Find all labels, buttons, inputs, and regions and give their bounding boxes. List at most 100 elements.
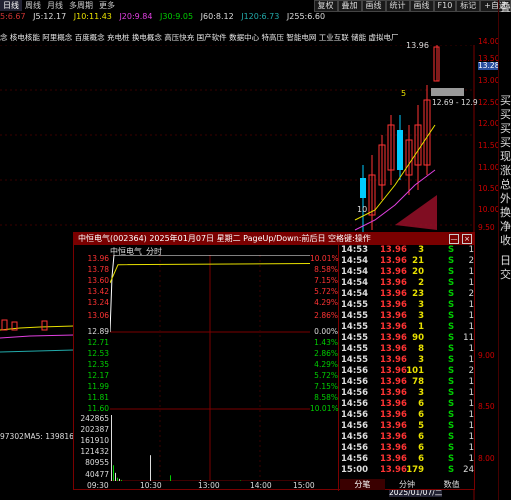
- close-icon[interactable]: ×: [462, 234, 472, 244]
- tab-ticks[interactable]: 分笔: [340, 479, 385, 490]
- trade-count: 1: [468, 322, 474, 332]
- trade-row: 15:00 13.96 179 S 24: [340, 465, 474, 476]
- tab-monthly[interactable]: 月线: [44, 0, 66, 11]
- intraday-popup[interactable]: 中恒电气(002364) 2025年01月07日 星期二 PageUp/Down…: [73, 232, 475, 491]
- y-tick: 9.50: [478, 223, 495, 232]
- trade-row: 14:56 13.96 5 S 1: [340, 421, 474, 432]
- toolbar: 复权 叠加 画线 统计 画线 F10 标记 +自选: [313, 0, 511, 12]
- y-tick: 12.00: [478, 119, 500, 128]
- volume-tick: 121432: [80, 447, 109, 456]
- intraday-chart-pane[interactable]: 中恒电气 分时 13.96 13.78 13.60 13.42 13.24 13…: [74, 245, 339, 491]
- trade-time: 14:56: [341, 366, 369, 376]
- tab-weekly[interactable]: 周线: [22, 0, 44, 11]
- trade-time: 14:56: [341, 410, 369, 420]
- pct-tick: 8.58%: [314, 265, 338, 274]
- time-tick: 10:30: [140, 481, 162, 490]
- right-label: 涨: [500, 164, 511, 177]
- trade-volume: 6: [418, 454, 424, 464]
- ma-j120: J120:6.73: [241, 12, 280, 21]
- pct-tick: 4.29%: [314, 298, 338, 307]
- trade-count: 1: [468, 388, 474, 398]
- trade-time: 14:54: [341, 278, 369, 288]
- pct-tick: 2.86%: [314, 349, 338, 358]
- minimize-icon[interactable]: —: [449, 234, 459, 244]
- right-label: 交: [500, 268, 511, 281]
- tab-values[interactable]: 数值: [429, 479, 474, 490]
- volume-bar: [150, 455, 151, 481]
- right-label: 收: [500, 234, 511, 247]
- trade-time: 14:56: [341, 399, 369, 409]
- trade-time: 14:55: [341, 344, 369, 354]
- volume-bars: [111, 415, 241, 481]
- trade-ticks-list[interactable]: 14:53 13.96 3 S 1 14:54 13.96 21 S 2 14:54 13.96 20 S…: [340, 245, 474, 479]
- price-tag: 13.28: [478, 61, 500, 70]
- trade-count: 2: [468, 256, 474, 266]
- trade-volume: 78: [412, 377, 424, 387]
- f10-button[interactable]: F10: [433, 0, 457, 12]
- right-label: 买: [500, 94, 511, 107]
- trade-count: 24: [463, 465, 474, 475]
- left-ma-lines: [0, 319, 74, 353]
- trade-volume: 1: [418, 322, 424, 332]
- trade-time: 14:56: [341, 377, 369, 387]
- trade-row: 14:56 13.96 6 S 1: [340, 432, 474, 443]
- candle: [360, 178, 366, 198]
- trade-count: 1: [468, 454, 474, 464]
- pct-tick: 5.72%: [314, 371, 338, 380]
- trade-count: 1: [468, 245, 474, 255]
- pct-tick: 10.01%: [310, 254, 339, 263]
- pct-tick: 2.86%: [314, 311, 338, 320]
- intraday-plot: [110, 255, 310, 481]
- volume-wedge: [395, 195, 437, 230]
- trade-volume: 179: [406, 465, 424, 475]
- trade-count: 2: [468, 366, 474, 376]
- volume-bar: [113, 465, 114, 481]
- overlay-button[interactable]: 叠加: [337, 0, 362, 12]
- tab-more[interactable]: 更多: [96, 0, 118, 11]
- right-label: 净: [500, 220, 511, 233]
- trade-count: 1: [468, 432, 474, 442]
- trade-time: 14:53: [341, 245, 369, 255]
- ma-j30: J30:9.05: [160, 12, 194, 21]
- time-tick: 14:00: [250, 481, 272, 490]
- right-label: 现: [500, 150, 511, 163]
- tab-multi-period[interactable]: 多周期: [66, 0, 96, 11]
- restore-rights-button[interactable]: 复权: [313, 0, 338, 12]
- trade-row: 14:56 13.96 6 S 1: [340, 410, 474, 421]
- y-tick: 13.00: [478, 76, 500, 85]
- trade-row: 14:54 13.96 21 S 2: [340, 256, 474, 267]
- ma-j20: J20:9.84: [119, 12, 153, 21]
- price-tick: 12.89: [87, 327, 109, 336]
- price-tick: 13.24: [87, 298, 109, 307]
- trade-time: 14:54: [341, 267, 369, 277]
- trade-row: 14:55 13.96 90 S 11: [340, 333, 474, 344]
- trade-row: 14:56 13.96 6 S 1: [340, 399, 474, 410]
- draw-button[interactable]: 画线: [361, 0, 386, 12]
- trade-time: 14:55: [341, 333, 369, 343]
- stats-button[interactable]: 统计: [385, 0, 410, 12]
- price-tick: 12.17: [87, 371, 109, 380]
- trade-row: 14:55 13.96 3 S 1: [340, 300, 474, 311]
- trade-time: 14:56: [341, 388, 369, 398]
- ma5-label: MA5: 1398163: [24, 432, 79, 441]
- right-label: 日: [500, 254, 511, 267]
- trade-row: 14:55 13.96 1 S 1: [340, 322, 474, 333]
- trade-row: 14:54 13.96 23 S 2: [340, 289, 474, 300]
- mark-button[interactable]: 标记: [456, 0, 481, 12]
- range-tag: 12.69 - 12.9: [432, 98, 478, 107]
- count-label: 5: [401, 89, 407, 98]
- y-tick: 14.00: [478, 37, 500, 46]
- tab-minutes[interactable]: 分钟: [385, 479, 430, 490]
- trade-volume: 2: [418, 278, 424, 288]
- ma-j60: J60:8.12: [200, 12, 234, 21]
- volume-bar: [119, 478, 120, 481]
- draw-line-button[interactable]: 画线: [409, 0, 434, 12]
- tab-daily[interactable]: 日线: [0, 0, 22, 11]
- trade-time: 15:00: [341, 465, 369, 475]
- trade-row: 14:55 13.96 3 S 1: [340, 355, 474, 366]
- trade-row: 14:56 13.96 101 S 2: [340, 366, 474, 377]
- trade-volume: 6: [418, 432, 424, 442]
- pct-tick: 8.58%: [314, 393, 338, 402]
- trade-volume: 23: [412, 289, 424, 299]
- volume-label: 97302: [0, 432, 24, 441]
